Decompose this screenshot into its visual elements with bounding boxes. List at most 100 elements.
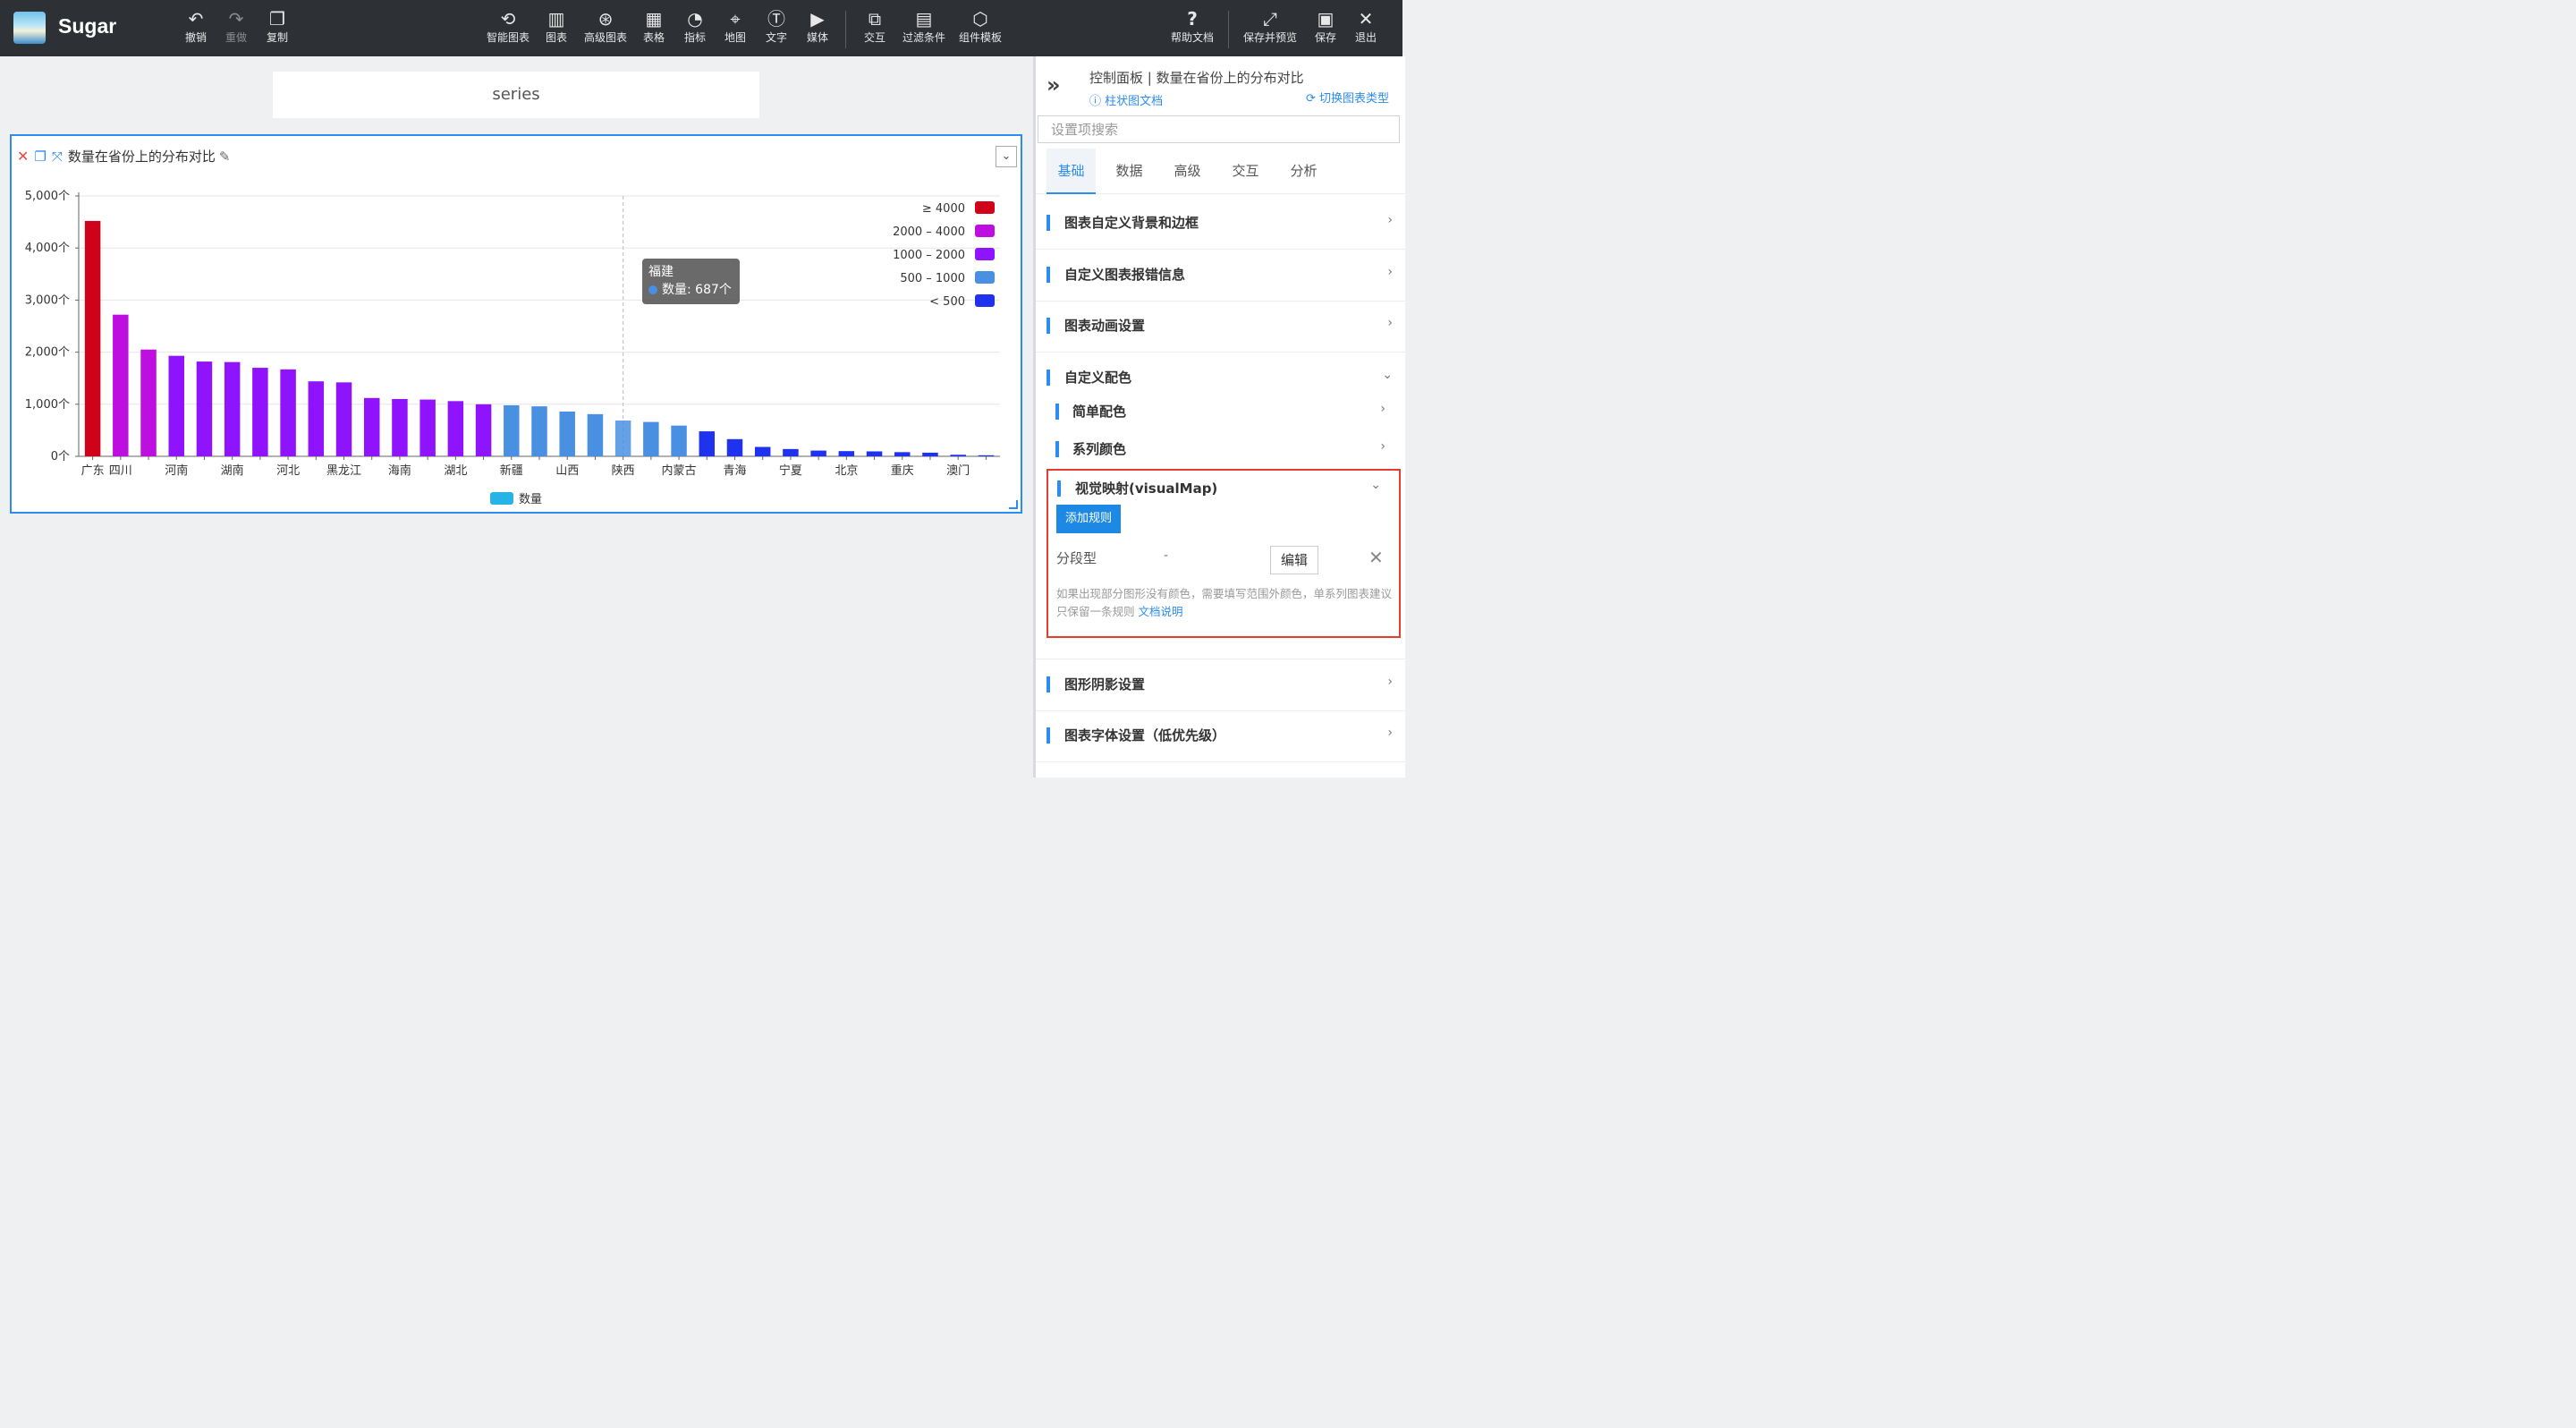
media-button[interactable]: ▶ 媒体 (803, 7, 832, 52)
series-component[interactable]: series (273, 72, 759, 118)
copy-icon: ❐ (269, 8, 285, 30)
section-title: 图表字体设置（低优先级） (1064, 727, 1226, 744)
bar (280, 369, 296, 456)
visual-map-swatch (975, 248, 995, 260)
section-marker (1046, 267, 1050, 283)
redo-button[interactable]: ↷ 重做 (223, 7, 250, 52)
bar (140, 349, 157, 456)
filter-button[interactable]: ▤ 过滤条件 (899, 7, 949, 52)
subsection-simple-color[interactable]: 简单配色 › (1036, 393, 1405, 430)
tab-data[interactable]: 数据 (1105, 149, 1154, 193)
switch-chart-type-link[interactable]: ⟳ 切换图表类型 (1306, 89, 1389, 106)
bar (168, 355, 184, 456)
panel-title: 控制面板 | 数量在省份上的分布对比 (1089, 70, 1304, 86)
tooltip-title: 福建 (648, 265, 674, 279)
tab-interaction[interactable]: 交互 (1221, 149, 1270, 193)
bar (224, 361, 241, 456)
visual-map-section: 视觉映射(visualMap) ⌄ 添加规则 分段型 - 编辑 ✕ 如果出现部分… (1046, 469, 1401, 638)
section-title: 图表自定义背景和边框 (1064, 215, 1199, 231)
visual-map-label: ≥ 4000 (922, 202, 965, 216)
chart-card[interactable]: ✕ ❐ ⤧ 数量在省份上的分布对比 ✎ ⌄ 5,000个 4,000个 3,000个 2,00… (10, 134, 1022, 514)
y-tick-label: 4,000个 (25, 242, 70, 255)
smart-chart-button[interactable]: ⟲ 智能图表 (483, 7, 533, 52)
gauge-icon: ◔ (687, 8, 703, 30)
chart-button[interactable]: ▥ 图表 (542, 7, 571, 52)
text-icon: Ⓣ (767, 8, 785, 30)
section-font[interactable]: 图表字体设置（低优先级） › (1036, 710, 1405, 762)
tab-analysis[interactable]: 分析 (1279, 149, 1328, 193)
visual-map-hint: 如果出现部分图形没有颜色，需要填写范围外颜色，单系列图表建议只保留一条规则 文档… (1056, 585, 1394, 621)
refresh-icon: ⟳ (1305, 92, 1319, 106)
panel-tabs: 基础 数据 高级 交互 分析 (1036, 149, 1405, 194)
x-tick-label: 河南 (165, 463, 188, 478)
bar (643, 421, 659, 456)
resize-handle[interactable] (1009, 500, 1018, 509)
tab-advanced[interactable]: 高级 (1163, 149, 1212, 193)
chevron-down-icon: ⌄ (1382, 368, 1393, 382)
interaction-button[interactable]: ⧉ 交互 (860, 7, 889, 52)
add-rule-button[interactable]: 添加规则 (1056, 505, 1121, 533)
x-tick-label: 澳门 (946, 463, 970, 478)
table-button[interactable]: ▦ 表格 (640, 7, 668, 52)
component-template-button[interactable]: ⬡ 组件模板 (955, 7, 1005, 52)
legend-label: 数量 (519, 493, 542, 506)
chevron-right-icon: › (1387, 265, 1393, 279)
visual-map-label: 1000 – 2000 (893, 249, 965, 262)
close-icon[interactable]: ✕ (1368, 547, 1384, 568)
bar (308, 381, 325, 456)
section-title: 图形阴影设置 (1064, 676, 1146, 693)
map-button[interactable]: ⌖ 地图 (721, 7, 750, 52)
text-button[interactable]: Ⓣ 文字 (762, 7, 791, 52)
visual-map-title[interactable]: 视觉映射(visualMap) (1075, 479, 1217, 497)
x-tick-label: 北京 (835, 464, 858, 478)
table-icon: ▦ (645, 8, 663, 30)
redo-icon: ↷ (228, 8, 244, 30)
bar (252, 368, 268, 456)
y-tick-label: 3,000个 (25, 293, 70, 307)
advanced-chart-button[interactable]: ⊛ 高级图表 (580, 7, 631, 52)
x-tick-label: 青海 (723, 464, 746, 478)
bar-chart-doc-link[interactable]: ⓘ 柱状图文档 (1089, 91, 1163, 108)
x-tick-label: 内蒙古 (662, 463, 697, 478)
top-toolbar: Sugar ↶ 撤销 ↷ 重做 ❐ 复制 ⟲ 智能图表 ▥ 图表 ⊛ 高级图表 … (0, 0, 1402, 56)
indicator-button[interactable]: ◔ 指标 (681, 7, 709, 52)
copy-button[interactable]: ❐ 复制 (264, 7, 291, 52)
close-icon: ✕ (1358, 8, 1374, 30)
undo-button[interactable]: ↶ 撤销 (182, 7, 209, 52)
collapse-panel-icon[interactable]: » (1046, 72, 1061, 98)
settings-search-input[interactable]: 设置项搜索 (1038, 115, 1400, 143)
section-title: 图表动画设置 (1064, 318, 1146, 334)
section-title: 自定义图表报错信息 (1064, 267, 1186, 283)
save-preview-button[interactable]: ⤢ 保存并预览 (1240, 7, 1301, 52)
tab-basic[interactable]: 基础 (1046, 149, 1096, 194)
section-error-info[interactable]: 自定义图表报错信息 › (1036, 250, 1405, 302)
visual-map-swatch (975, 294, 995, 307)
x-tick-label: 湖北 (444, 464, 467, 478)
tooltip-dot (648, 285, 657, 294)
exit-button[interactable]: ✕ 退出 (1352, 7, 1380, 52)
help-button[interactable]: ? 帮助文档 (1167, 7, 1217, 52)
save-button[interactable]: ▣ 保存 (1311, 7, 1340, 52)
section-marker (1046, 370, 1050, 386)
map-pin-icon: ⌖ (730, 8, 741, 30)
x-tick-label: 广东 (81, 464, 105, 478)
section-marker (1057, 480, 1061, 497)
expand-icon: ⤢ (1263, 8, 1277, 30)
bar (196, 361, 213, 456)
edit-rule-button[interactable]: 编辑 (1270, 546, 1318, 574)
section-shadow[interactable]: 图形阴影设置 › (1036, 659, 1405, 711)
chevron-down-icon[interactable]: ⌄ (1370, 478, 1381, 492)
section-animation[interactable]: 图表动画设置 › (1036, 301, 1405, 353)
x-tick-label: 重庆 (891, 463, 914, 478)
rule-summary: - (1164, 548, 1169, 563)
section-marker (1046, 318, 1050, 334)
subsection-series-color[interactable]: 系列颜色 › (1036, 430, 1405, 468)
y-tick-label: 0个 (51, 450, 70, 463)
bar (447, 401, 464, 456)
x-tick-label: 新疆 (500, 463, 523, 478)
y-tick-label: 2,000个 (25, 346, 70, 360)
section-background[interactable]: 图表自定义背景和边框 › (1036, 198, 1405, 250)
doc-link[interactable]: 文档说明 (1138, 605, 1182, 618)
section-marker (1055, 404, 1059, 420)
bar-chart-icon: ▥ (547, 8, 565, 30)
